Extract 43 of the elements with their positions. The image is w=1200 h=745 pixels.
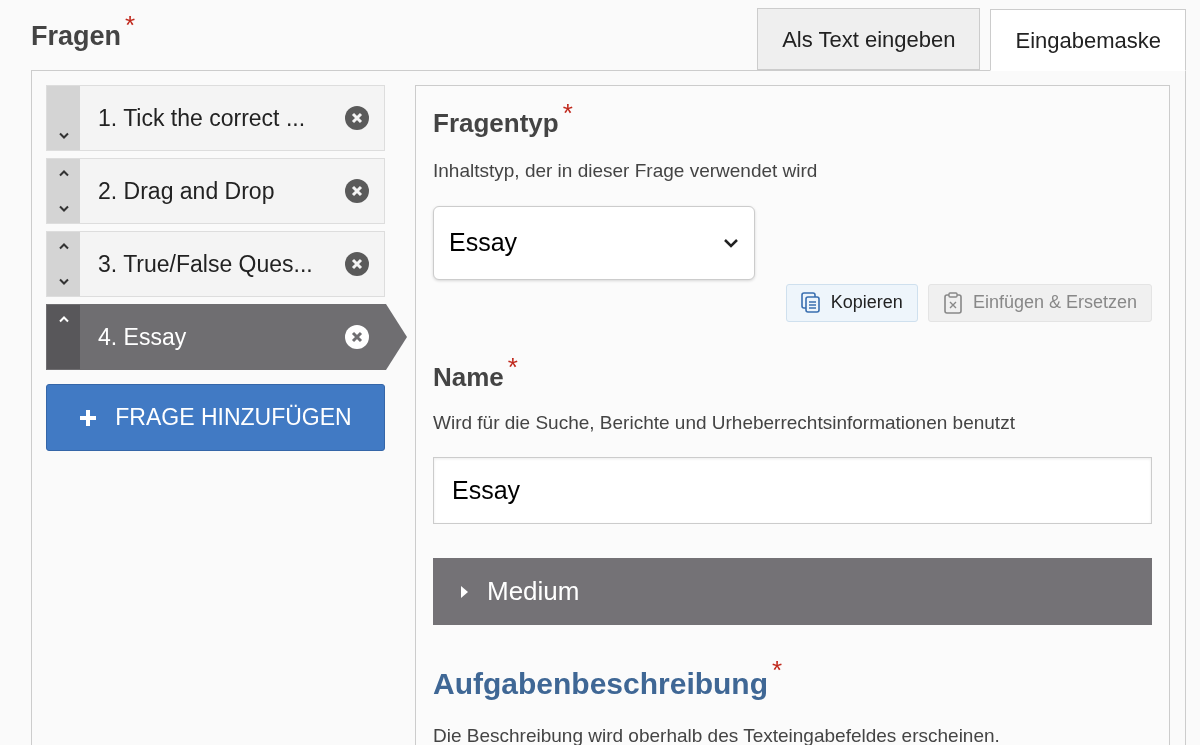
reorder-handle[interactable] xyxy=(47,159,80,223)
copy-icon xyxy=(800,291,821,314)
section-title: Fragen xyxy=(31,19,122,53)
close-icon[interactable] xyxy=(345,179,369,203)
reorder-handle[interactable] xyxy=(47,232,80,296)
required-asterisk: * xyxy=(562,100,573,126)
close-icon[interactable] xyxy=(345,252,369,276)
tab[interactable]: Als Text eingeben xyxy=(757,8,981,70)
selection-pointer-icon xyxy=(385,304,407,370)
chevron-up-icon[interactable] xyxy=(57,169,70,177)
question-label: 2. Drag and Drop xyxy=(98,176,275,206)
caret-right-icon xyxy=(459,585,469,598)
field-label: Name xyxy=(433,360,504,394)
required-asterisk: * xyxy=(507,353,518,380)
field-label: Fragentyp xyxy=(433,107,559,140)
question-item[interactable]: 3. True/False Ques... xyxy=(46,231,385,297)
field-label: Aufgabenbeschreibung xyxy=(433,666,769,702)
reorder-handle[interactable] xyxy=(47,305,80,369)
chevron-up-icon[interactable] xyxy=(57,242,70,250)
field-description: Wird für die Suche, Berichte und Urheberrechtsinformationen benutzt xyxy=(433,410,1016,435)
medium-section-header[interactable]: Medium xyxy=(433,558,1152,625)
copy-button[interactable]: Kopieren xyxy=(785,283,918,322)
type-dropdown[interactable]: Essay xyxy=(433,205,755,280)
chevron-down-icon[interactable] xyxy=(57,132,70,140)
required-asterisk: * xyxy=(772,657,783,683)
tab[interactable]: Eingabemaske xyxy=(990,9,1186,71)
question-item[interactable]: 2. Drag and Drop xyxy=(46,158,385,224)
name-input[interactable]: Essay xyxy=(433,457,1152,524)
question-item[interactable]: 1. Tick the correct ... xyxy=(46,85,385,151)
close-icon[interactable] xyxy=(345,106,369,130)
chevron-down-icon[interactable] xyxy=(57,205,70,213)
chevron-down-icon[interactable] xyxy=(57,278,70,286)
plus-icon xyxy=(79,408,98,427)
field-description: Inhaltstyp, der in dieser Frage verwendet wird xyxy=(433,159,819,183)
question-label: 1. Tick the correct ... xyxy=(98,103,306,133)
reorder-handle[interactable] xyxy=(47,86,80,150)
close-icon[interactable] xyxy=(345,325,369,349)
chevron-down-icon xyxy=(723,237,739,248)
clipboard-icon xyxy=(942,291,963,314)
question-label: 3. True/False Ques... xyxy=(98,249,313,279)
question-label: 4. Essay xyxy=(98,322,187,352)
required-asterisk: * xyxy=(125,11,136,38)
add-question-button[interactable]: FRAGE HINZUFÜGEN xyxy=(46,384,385,451)
